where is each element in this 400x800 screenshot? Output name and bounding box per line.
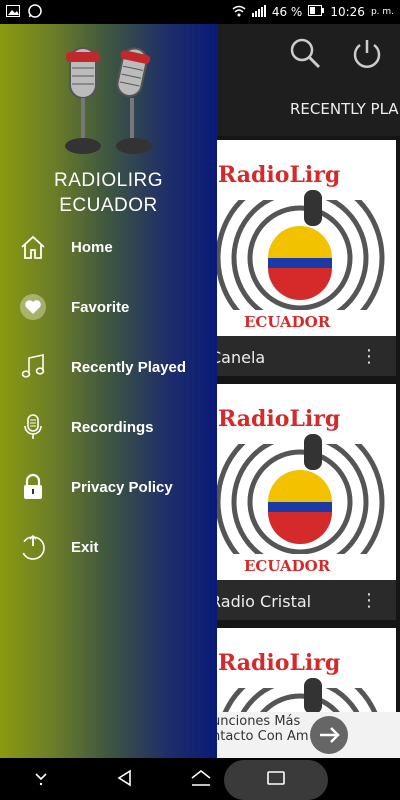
station-artwork: RadioLirg ECUADOR: [200, 384, 396, 580]
battery-icon: [308, 5, 325, 19]
home-icon: [18, 232, 48, 262]
lock-icon: [18, 472, 48, 502]
heart-icon: [18, 292, 48, 322]
gallery-notification-icon: [6, 4, 20, 20]
menu-item-label: Exit: [71, 538, 99, 556]
station-card[interactable]: RadioLirg ECUADOR Canela ⋮: [200, 140, 396, 376]
art-country: ECUADOR: [244, 313, 331, 331]
app-name-line2: ECUADOR: [59, 195, 158, 216]
menu-item-privacy-policy[interactable]: Privacy Policy: [0, 463, 217, 511]
ad-banner[interactable]: unciones Más ntacto Con Am: [200, 712, 400, 758]
menu-item-recently-played[interactable]: Recently Played: [0, 343, 217, 391]
more-vert-icon[interactable]: ⋮: [360, 590, 378, 611]
station-name: Canela: [210, 348, 266, 367]
microphone-icon: [18, 412, 48, 442]
battery-percentage: 46 %: [271, 5, 303, 19]
art-title: RadioLirg: [218, 406, 341, 432]
menu-item-exit[interactable]: Exit: [0, 523, 217, 571]
art-country: ECUADOR: [244, 557, 331, 575]
station-artwork: RadioLirg ECUADOR: [200, 140, 396, 336]
back-icon[interactable]: [116, 768, 134, 792]
arrow-right-icon[interactable]: [310, 716, 348, 754]
microphones-logo-icon: [58, 42, 158, 162]
power-icon: [18, 532, 48, 562]
power-icon[interactable]: [350, 36, 384, 70]
music-note-icon: [18, 352, 48, 382]
clock: 10:26: [330, 5, 365, 19]
signal-icon: [251, 4, 266, 20]
clock-ampm: p. m.: [370, 7, 394, 17]
wifi-icon: [232, 5, 246, 20]
drawer-app-name: RADIOLIRG ECUADOR: [0, 168, 217, 218]
status-bar: 46 % 10:26 p. m.: [0, 0, 400, 24]
ad-text-line1: unciones Más: [212, 714, 301, 729]
menu-item-recordings[interactable]: Recordings: [0, 403, 217, 451]
menu-item-label: Recordings: [71, 418, 154, 436]
menu-item-favorite[interactable]: Favorite: [0, 283, 217, 331]
menu-item-label: Privacy Policy: [71, 478, 173, 496]
art-title: RadioLirg: [218, 162, 341, 188]
station-name: Radio Cristal: [210, 592, 312, 611]
navigation-drawer: RADIOLIRG ECUADOR Home Favorite Recently…: [0, 24, 217, 758]
menu-item-label: Home: [71, 238, 113, 256]
system-nav-bar: [0, 758, 400, 800]
home-button-icon[interactable]: [190, 768, 212, 792]
tab-recently-played[interactable]: RECENTLY PLA: [290, 100, 399, 118]
art-title: RadioLirg: [218, 650, 341, 676]
more-vert-icon[interactable]: ⋮: [360, 346, 378, 367]
menu-item-label: Recently Played: [71, 358, 187, 376]
screen: 46 % 10:26 p. m. r E RECENTLY PLA: [0, 0, 400, 800]
menu-item-label: Favorite: [71, 298, 130, 316]
search-icon[interactable]: [288, 36, 322, 70]
hide-nav-chevron-icon[interactable]: [34, 768, 48, 792]
recents-icon: [266, 770, 286, 790]
whatsapp-notification-icon: [28, 3, 42, 21]
menu-item-home[interactable]: Home: [0, 223, 217, 271]
station-card[interactable]: RadioLirg ECUADOR Radio Cristal ⋮: [200, 384, 396, 620]
app-name-line1: RADIOLIRG: [53, 170, 164, 191]
ad-text-line2: ntacto Con Am: [212, 729, 309, 744]
